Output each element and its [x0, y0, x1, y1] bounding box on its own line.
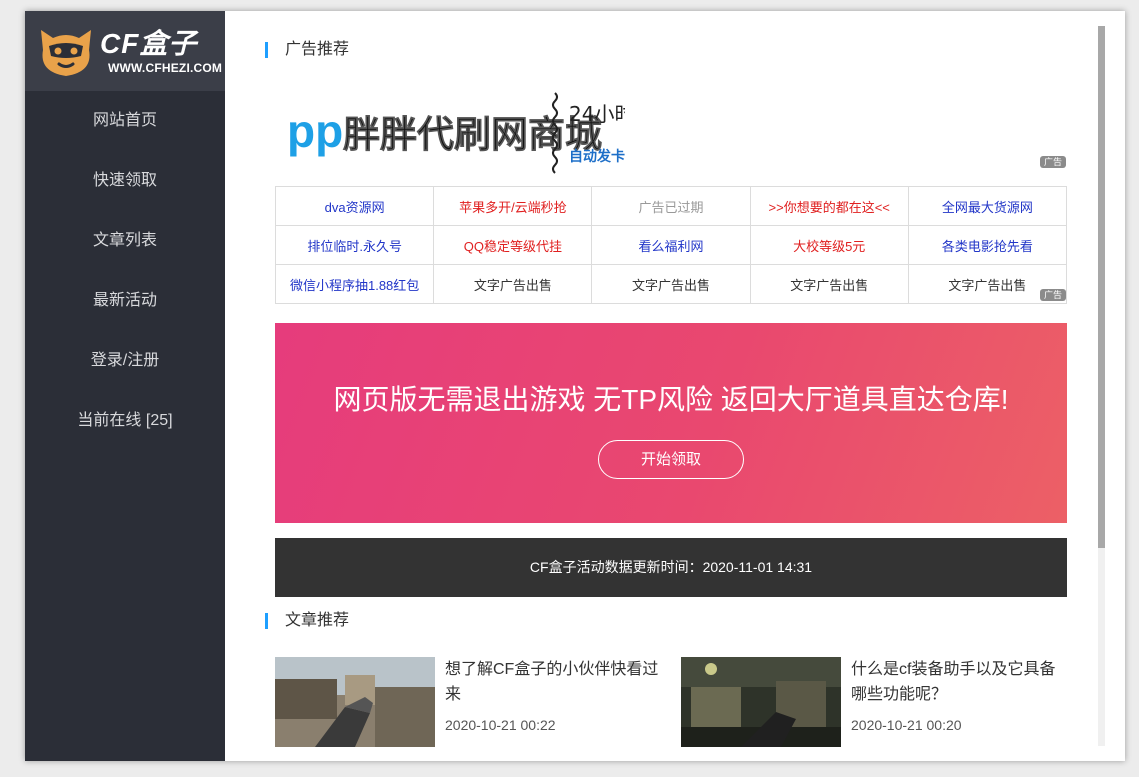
- ad-link[interactable]: QQ稳定等级代挂: [433, 225, 593, 265]
- article-date: 2020-10-21 00:22: [445, 717, 556, 733]
- banner-side-bottom: 自动发卡: [569, 148, 625, 165]
- article-card[interactable]: 想了解CF盒子的小伙伴快看过来 2020-10-21 00:22: [275, 657, 665, 747]
- article-title[interactable]: 想了解CF盒子的小伙伴快看过来: [445, 657, 665, 707]
- ad-link[interactable]: >>你想要的都在这<<: [749, 186, 909, 226]
- banner-logo-text: pp: [287, 105, 343, 157]
- nav-item-articles[interactable]: 文章列表: [25, 211, 225, 271]
- ad-link[interactable]: 全网最大货源网: [907, 186, 1068, 226]
- ad-link[interactable]: 文字广告出售: [591, 264, 751, 304]
- ad-tag: 广告: [1040, 289, 1066, 301]
- ad-link[interactable]: 排位临时.永久号: [274, 225, 435, 265]
- ad-row: 微信小程序抽1.88红包 文字广告出售 文字广告出售 文字广告出售 文字广告出售: [274, 264, 1068, 304]
- logo-url: WWW.CFHEZI.COM: [108, 61, 223, 75]
- logo-text: CF盒子: [100, 28, 198, 59]
- article-thumbnail[interactable]: [681, 657, 841, 747]
- owl-logo-icon: [41, 30, 91, 76]
- ad-link[interactable]: 广告已过期: [591, 186, 751, 226]
- ad-row: 排位临时.永久号 QQ稳定等级代挂 看么福利网 大校等级5元 各类电影抢先看: [274, 225, 1068, 265]
- article-thumbnail[interactable]: [275, 657, 435, 747]
- ad-link[interactable]: 看么福利网: [591, 225, 751, 265]
- section-title-ads: 广告推荐: [265, 41, 349, 59]
- ad-link[interactable]: 各类电影抢先看: [907, 225, 1068, 265]
- ad-link[interactable]: dva资源网: [274, 186, 435, 226]
- nav-item-quick-claim[interactable]: 快速领取: [25, 151, 225, 211]
- logo[interactable]: CF盒子 WWW.CFHEZI.COM: [25, 11, 225, 91]
- start-claim-button[interactable]: 开始领取: [598, 440, 744, 479]
- nav-item-home[interactable]: 网站首页: [25, 91, 225, 151]
- sidebar: CF盒子 WWW.CFHEZI.COM 网站首页 快速领取 文章列表 最新活动 …: [25, 11, 225, 761]
- article-card[interactable]: 什么是cf装备助手以及它具备哪些功能呢？ 2020-10-21 00:20: [681, 657, 1071, 747]
- text-ad-grid: dva资源网 苹果多开/云端秒抢 广告已过期 >>你想要的都在这<< 全网最大货…: [274, 186, 1068, 304]
- ad-link[interactable]: 苹果多开/云端秒抢: [433, 186, 593, 226]
- banner-side-top: 24小时: [569, 102, 625, 126]
- ad-link[interactable]: 微信小程序抽1.88红包: [274, 264, 435, 304]
- banner-shop-name: 胖胖代刷网商城: [343, 113, 602, 156]
- update-time-bar: CF盒子活动数据更新时间：2020-11-01 14:31: [275, 538, 1067, 597]
- hero-title: 网页版无需退出游戏 无TP风险 返回大厅道具直达仓库!: [333, 384, 1009, 415]
- article-date: 2020-10-21 00:20: [851, 717, 962, 733]
- article-title[interactable]: 什么是cf装备助手以及它具备哪些功能呢？: [851, 657, 1071, 707]
- main-content: 广告推荐 pp 胖胖代刷网商城 24小时 自动发卡 广告 dva资源网 苹果多开…: [225, 11, 1097, 761]
- browser-window: CF盒子 WWW.CFHEZI.COM 网站首页 快速领取 文章列表 最新活动 …: [25, 11, 1125, 761]
- nav-item-events[interactable]: 最新活动: [25, 271, 225, 331]
- hero-banner: 网页版无需退出游戏 无TP风险 返回大厅道具直达仓库! 开始领取: [275, 323, 1067, 523]
- section-title-articles: 文章推荐: [265, 612, 349, 630]
- ad-tag: 广告: [1040, 156, 1066, 168]
- nav-item-online-count[interactable]: 当前在线 [25]: [25, 391, 225, 451]
- scrollbar-track[interactable]: [1098, 26, 1105, 746]
- ad-row: dva资源网 苹果多开/云端秒抢 广告已过期 >>你想要的都在这<< 全网最大货…: [274, 186, 1068, 226]
- scrollbar[interactable]: [1097, 11, 1125, 761]
- ad-link[interactable]: 文字广告出售: [749, 264, 909, 304]
- scrollbar-thumb[interactable]: [1098, 26, 1105, 548]
- nav-item-login[interactable]: 登录/注册: [25, 331, 225, 391]
- ad-link[interactable]: 大校等级5元: [749, 225, 909, 265]
- ad-banner-image[interactable]: pp 胖胖代刷网商城 24小时 自动发卡: [285, 87, 625, 177]
- ad-link[interactable]: 文字广告出售: [433, 264, 593, 304]
- sidebar-nav: 网站首页 快速领取 文章列表 最新活动 登录/注册 当前在线 [25]: [25, 91, 225, 451]
